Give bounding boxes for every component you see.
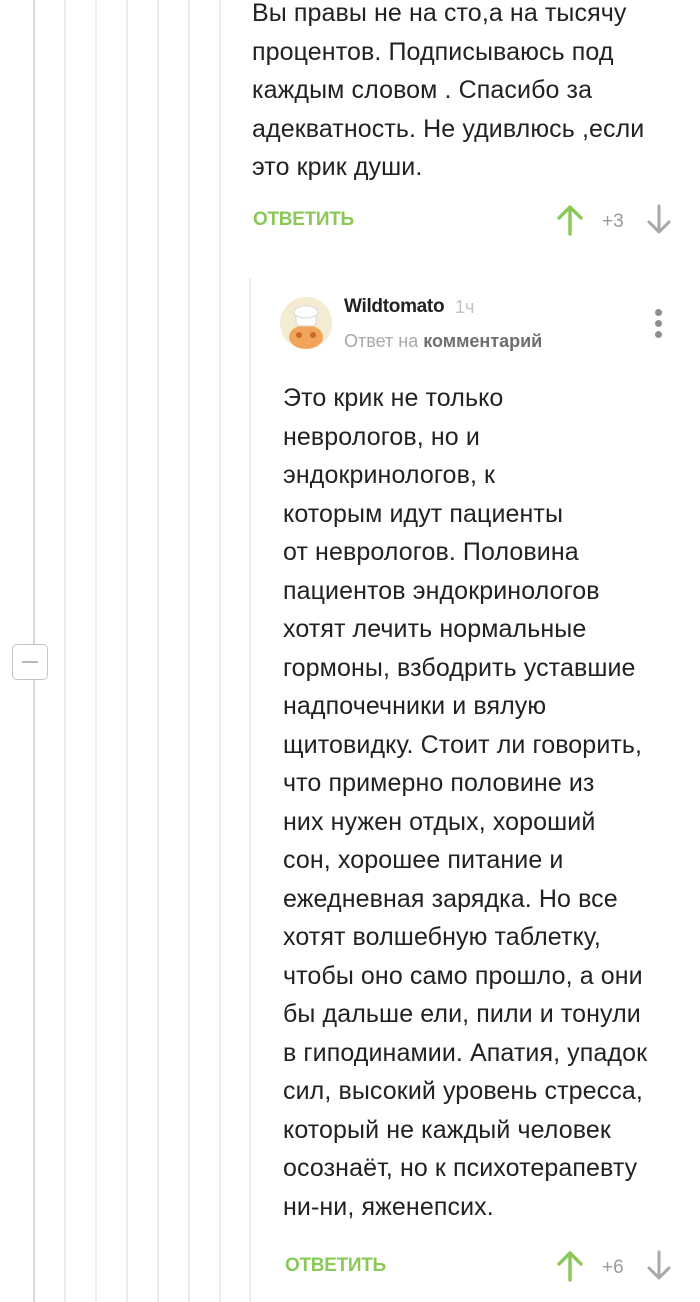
- minus-icon: [22, 661, 38, 663]
- reply-to-info: Ответ на комментарий: [344, 331, 542, 352]
- thread-line-4: [126, 0, 128, 1302]
- thread-line-3: [95, 0, 97, 1302]
- reply-thread-line: [249, 278, 251, 1302]
- thread-line-7: [219, 0, 221, 1302]
- arrow-down-icon[interactable]: [646, 1249, 672, 1283]
- parent-reply-button[interactable]: ОТВЕТИТЬ: [253, 209, 354, 231]
- parent-comment-text: Вы правы не на сто,а на тысячу процентов…: [252, 0, 645, 181]
- arrow-up-icon[interactable]: [555, 1249, 585, 1283]
- thread-line-5: [157, 0, 159, 1302]
- reply-to-link[interactable]: комментарий: [423, 331, 542, 351]
- username[interactable]: Wildtomato: [344, 296, 445, 318]
- vertical-dots-icon: [655, 309, 662, 316]
- more-options-button[interactable]: [651, 308, 665, 340]
- reply-comment-text: Это крик не только неврологов, но и эндо…: [283, 384, 648, 1221]
- arrow-up-icon[interactable]: [555, 203, 585, 237]
- thread-line-6: [188, 0, 190, 1302]
- dot: [655, 320, 662, 327]
- parent-score: +3: [602, 211, 624, 232]
- thread-line-2: [64, 0, 66, 1302]
- tomato-chef-avatar-icon: [280, 297, 332, 349]
- user-avatar[interactable]: [280, 297, 332, 349]
- comment-time: 1ч: [455, 297, 475, 317]
- reply-to-prefix: Ответ на: [344, 331, 419, 351]
- reply-score: +6: [602, 1257, 624, 1278]
- reply-reply-button[interactable]: ОТВЕТИТЬ: [285, 1255, 386, 1277]
- dot: [655, 331, 662, 338]
- arrow-down-icon[interactable]: [646, 203, 672, 237]
- collapse-thread-button[interactable]: [12, 644, 48, 680]
